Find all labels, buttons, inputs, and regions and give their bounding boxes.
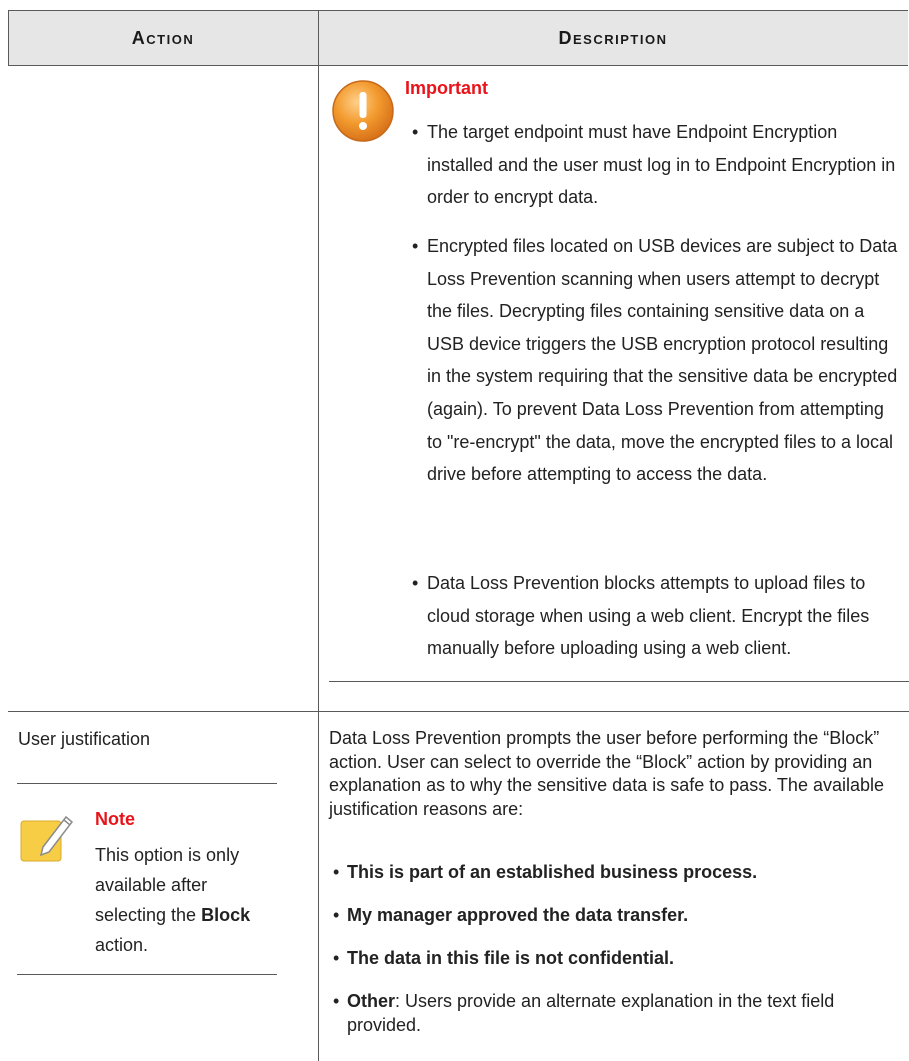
note-block-keyword: Block <box>201 905 251 925</box>
column-header-description: Description <box>558 28 668 48</box>
note-body: This option is only available after sele… <box>95 840 275 960</box>
reason-list-item-other: Other: Users provide an alternate explan… <box>333 989 907 1037</box>
table-header: Action Description <box>8 10 908 66</box>
description-paragraph: Data Loss Prevention prompts the user be… <box>329 728 885 819</box>
reason-list-item: My manager approved the data transfer. <box>333 903 907 927</box>
reason-list-item: This is part of an established business … <box>333 860 907 884</box>
note-bottom-rule <box>17 974 277 975</box>
table-border-left <box>8 10 9 65</box>
note-top-rule <box>17 783 277 784</box>
note-title: Note <box>95 809 135 829</box>
column-divider <box>318 10 319 1061</box>
important-end-rule <box>329 681 909 682</box>
row-divider <box>8 711 909 712</box>
note-pencil-icon <box>20 815 74 862</box>
other-text: : Users provide an alternate explanation… <box>347 991 835 1035</box>
document-page: Action Description Important The target … <box>0 0 909 1061</box>
important-bullet: Encrypted files located on USB devices a… <box>412 230 902 491</box>
reason-list-item: The data in this file is not confidentia… <box>333 946 907 970</box>
important-title: Important <box>405 78 488 98</box>
note-text-end: action. <box>95 935 149 955</box>
action-user-justification: User justification <box>18 729 151 749</box>
important-bullet: Data Loss Prevention blocks attempts to … <box>412 567 902 665</box>
warning-icon <box>332 80 394 142</box>
column-header-action: Action <box>131 28 195 48</box>
other-label: Other <box>347 991 396 1011</box>
important-bullet: The target endpoint must have Endpoint E… <box>412 116 902 214</box>
